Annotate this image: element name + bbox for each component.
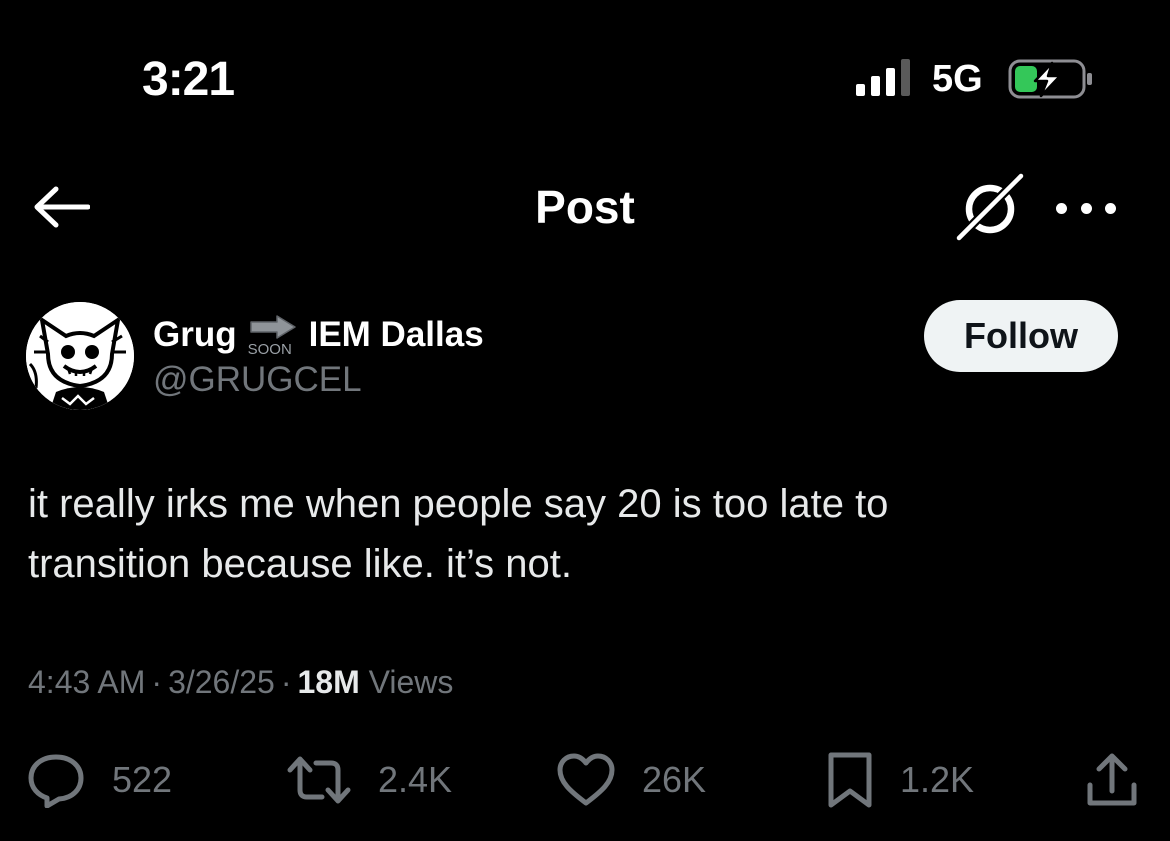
repost-count: 2.4K [378, 759, 453, 800]
share-button[interactable] [1082, 750, 1142, 810]
reply-button[interactable]: 522 [26, 750, 172, 810]
post-text-line: transition because like. it’s not. [28, 542, 573, 586]
cat-avatar-icon [26, 302, 134, 410]
views-count[interactable]: 18M [297, 664, 359, 700]
bookmark-icon [828, 752, 872, 808]
post-time: 4:43 AM [28, 664, 146, 700]
dot-icon [1105, 202, 1116, 214]
separator: · [151, 664, 163, 700]
follow-button[interactable]: Follow [924, 300, 1118, 372]
author-name-part2: IEM Dallas [308, 315, 484, 354]
post-text: it really irks me when people say 20 is … [28, 474, 1128, 594]
soon-arrow-icon: SOON [247, 312, 301, 358]
post-date: 3/26/25 [168, 664, 275, 700]
like-count: 26K [642, 759, 707, 800]
cellular-signal-icon [856, 59, 910, 96]
battery-charging-icon [1008, 59, 1092, 99]
repost-button[interactable]: 2.4K [286, 750, 452, 810]
avatar[interactable] [26, 302, 134, 410]
author-name-part1: Grug [153, 315, 237, 354]
author-handle[interactable]: @GRUGCEL [153, 360, 362, 400]
author-name[interactable]: Grug SOON IEM Dallas [153, 312, 484, 358]
repost-icon [287, 756, 351, 804]
more-options-button[interactable] [1056, 188, 1116, 228]
bookmark-button[interactable]: 1.2K [826, 750, 974, 810]
like-button[interactable]: 26K [556, 750, 706, 810]
separator: · [280, 664, 292, 700]
views-label: Views [368, 664, 454, 700]
soon-label: SOON [247, 341, 292, 358]
dot-icon [1056, 202, 1067, 214]
grok-icon[interactable] [954, 172, 1026, 244]
heart-icon [557, 753, 615, 806]
network-type: 5G [932, 58, 983, 100]
dot-icon [1080, 202, 1092, 214]
post-text-line: it really irks me when people say 20 is … [28, 482, 889, 526]
reply-count: 522 [112, 759, 173, 800]
post-metadata: 4:43 AM · 3/26/25 · 18M Views [28, 664, 453, 701]
status-time: 3:21 [142, 53, 235, 106]
reply-icon [28, 754, 84, 808]
bookmark-count: 1.2K [900, 759, 975, 800]
post-screen: 3:21 5G Post Grug SOON IEM Dallas @GRUGC… [0, 0, 1170, 841]
share-icon [1087, 753, 1137, 806]
